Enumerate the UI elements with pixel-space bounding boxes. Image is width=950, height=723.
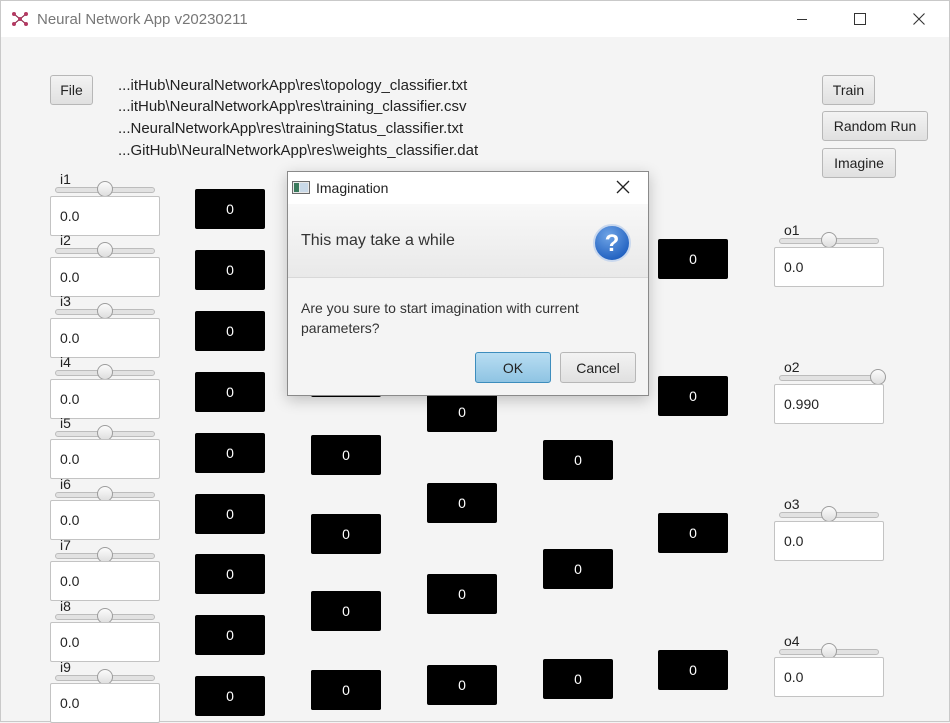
train-button[interactable]: Train	[822, 75, 875, 105]
maximize-button[interactable]	[837, 2, 883, 36]
slider-thumb[interactable]	[870, 369, 886, 385]
neuron: 0	[427, 665, 497, 705]
neuron: 0	[543, 659, 613, 699]
input-slider[interactable]	[55, 303, 155, 319]
neuron: 0	[427, 483, 497, 523]
output-field[interactable]: 0.0	[774, 657, 884, 697]
input-slider[interactable]	[55, 242, 155, 258]
input-slider[interactable]	[55, 547, 155, 563]
neuron: 0	[195, 554, 265, 594]
neuron: 0	[311, 435, 381, 475]
input-slider[interactable]	[55, 364, 155, 380]
neuron: 0	[658, 376, 728, 416]
imagine-button[interactable]: Imagine	[822, 148, 896, 178]
training-file-path: ...itHub\NeuralNetworkApp\res\training_c…	[118, 98, 467, 115]
input-slider[interactable]	[55, 425, 155, 441]
file-button[interactable]: File	[50, 75, 93, 105]
window-title: Neural Network App v20230211	[37, 11, 248, 28]
neuron: 0	[311, 670, 381, 710]
input-field[interactable]: 0.0	[50, 561, 160, 601]
input-slider[interactable]	[55, 669, 155, 685]
neuron: 0	[195, 615, 265, 655]
output-slider[interactable]	[779, 643, 879, 659]
dialog-header: This may take a while ?	[288, 204, 648, 278]
neuron: 0	[311, 514, 381, 554]
training-status-file-path: ...NeuralNetworkApp\res\trainingStatus_c…	[118, 120, 464, 137]
neuron: 0	[658, 513, 728, 553]
close-icon[interactable]	[616, 180, 630, 194]
input-slider[interactable]	[55, 608, 155, 624]
close-window-button[interactable]	[896, 2, 942, 36]
dialog-title-bar: Imagination	[288, 172, 648, 204]
slider-thumb[interactable]	[821, 232, 837, 248]
neuron: 0	[543, 549, 613, 589]
minimize-icon	[797, 19, 807, 20]
neural-network-app-icon	[12, 12, 28, 26]
slider-thumb[interactable]	[97, 181, 113, 197]
weights-file-path: ...GitHub\NeuralNetworkApp\res\weights_c…	[118, 142, 479, 159]
neuron: 0	[658, 239, 728, 279]
neuron: 0	[195, 250, 265, 290]
neuron: 0	[195, 372, 265, 412]
input-field[interactable]: 0.0	[50, 196, 160, 236]
neuron: 0	[658, 650, 728, 690]
input-slider[interactable]	[55, 181, 155, 197]
dialog-title: Imagination	[316, 180, 389, 196]
neuron: 0	[543, 440, 613, 480]
slider-thumb[interactable]	[97, 364, 113, 380]
dialog-message: Are you sure to start imagination with c…	[301, 300, 579, 336]
window-icon	[292, 181, 310, 194]
output-slider[interactable]	[779, 369, 886, 385]
close-icon	[913, 13, 925, 25]
minimize-button[interactable]	[779, 2, 825, 36]
output-slider[interactable]	[779, 232, 879, 248]
input-field[interactable]: 0.0	[50, 683, 160, 723]
cancel-button[interactable]: Cancel	[560, 352, 636, 383]
dialog-header-text: This may take a while	[301, 232, 455, 249]
input-slider[interactable]	[55, 486, 155, 502]
input-field[interactable]: 0.0	[50, 500, 160, 540]
output-slider[interactable]	[779, 506, 879, 522]
slider-thumb[interactable]	[97, 303, 113, 319]
neuron: 0	[427, 392, 497, 432]
imagination-dialog: Imagination This may take a while ? Are …	[287, 171, 649, 396]
slider-thumb[interactable]	[97, 242, 113, 258]
slider-thumb[interactable]	[821, 506, 837, 522]
input-field[interactable]: 0.0	[50, 622, 160, 662]
input-field[interactable]: 0.0	[50, 439, 160, 479]
question-icon: ?	[593, 224, 631, 262]
maximize-icon	[854, 13, 866, 25]
input-field[interactable]: 0.0	[50, 379, 160, 419]
random-run-button[interactable]: Random Run	[822, 111, 928, 141]
topology-file-path: ...itHub\NeuralNetworkApp\res\topology_c…	[118, 77, 468, 94]
output-field[interactable]: 0.0	[774, 247, 884, 287]
neuron: 0	[195, 676, 265, 716]
output-field[interactable]: 0.990	[774, 384, 884, 424]
neuron: 0	[195, 189, 265, 229]
neuron: 0	[311, 591, 381, 631]
neuron: 0	[195, 311, 265, 351]
input-field[interactable]: 0.0	[50, 257, 160, 297]
neuron: 0	[427, 574, 497, 614]
title-bar: Neural Network App v20230211	[1, 1, 949, 37]
neuron: 0	[195, 494, 265, 534]
input-field[interactable]: 0.0	[50, 318, 160, 358]
ok-button[interactable]: OK	[475, 352, 551, 383]
neuron: 0	[195, 433, 265, 473]
svg-text:?: ?	[605, 230, 620, 257]
output-field[interactable]: 0.0	[774, 521, 884, 561]
